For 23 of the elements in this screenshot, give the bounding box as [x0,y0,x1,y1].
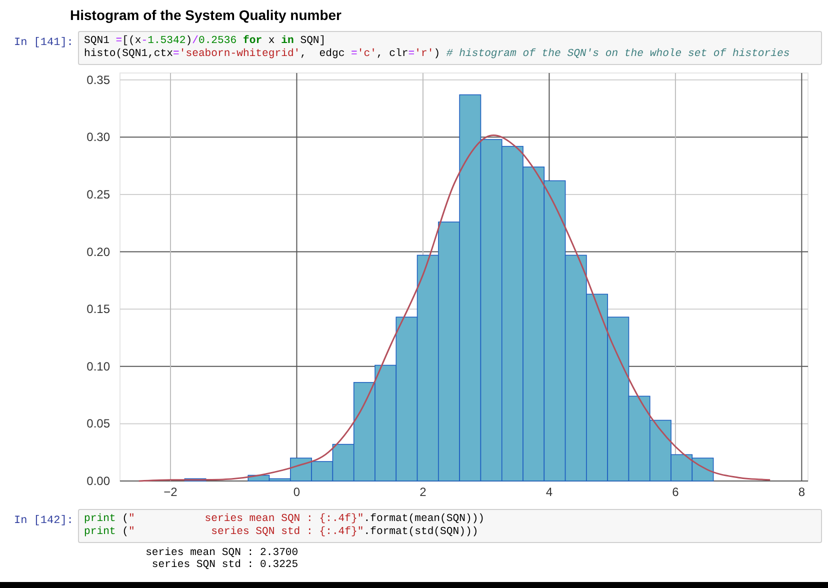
code-line: print (" series SQN std : {:.4f}".format(std(SQN))) [84,526,478,539]
y-tick-label: 0.05 [86,416,110,431]
x-tick-label: −2 [164,485,178,499]
x-tick-label: 8 [798,485,806,499]
code-line: print (" series mean SQN : {:.4f}".format(mean(SQN))) [84,513,485,526]
x-tick-label: 4 [546,485,553,499]
output-line: series SQN std : 0.3225 [150,559,298,571]
y-tick-label: 0.15 [86,302,110,316]
cell-prompt: In [141]: [13,36,74,51]
y-tick-label: 0.25 [86,187,110,202]
x-tick-label: 0 [293,485,300,499]
code-line: histo(SQN1,ctx='seaborn-whitegrid', edgc ='c', clr='r') # histogram of the SQN's on the whole set of histories [84,48,790,61]
y-tick-label: 0.00 [86,474,110,488]
output-line: series mean SQN : 2.3700 [144,547,298,559]
x-tick-label: 6 [672,485,679,499]
y-tick-label: 0.30 [86,130,110,144]
x-tick-label: 2 [420,485,426,499]
y-tick-label: 0.35 [86,72,110,87]
code-line: SQN1 =[(x-1.5342)/0.2536 for x in SQN] [84,35,326,48]
y-tick-label: 0.10 [86,359,110,374]
y-tick-label: 0.20 [86,244,110,259]
cell-prompt: In [142]: [13,514,74,529]
notebook-heading: Histogram of the System Quality number [70,6,342,25]
